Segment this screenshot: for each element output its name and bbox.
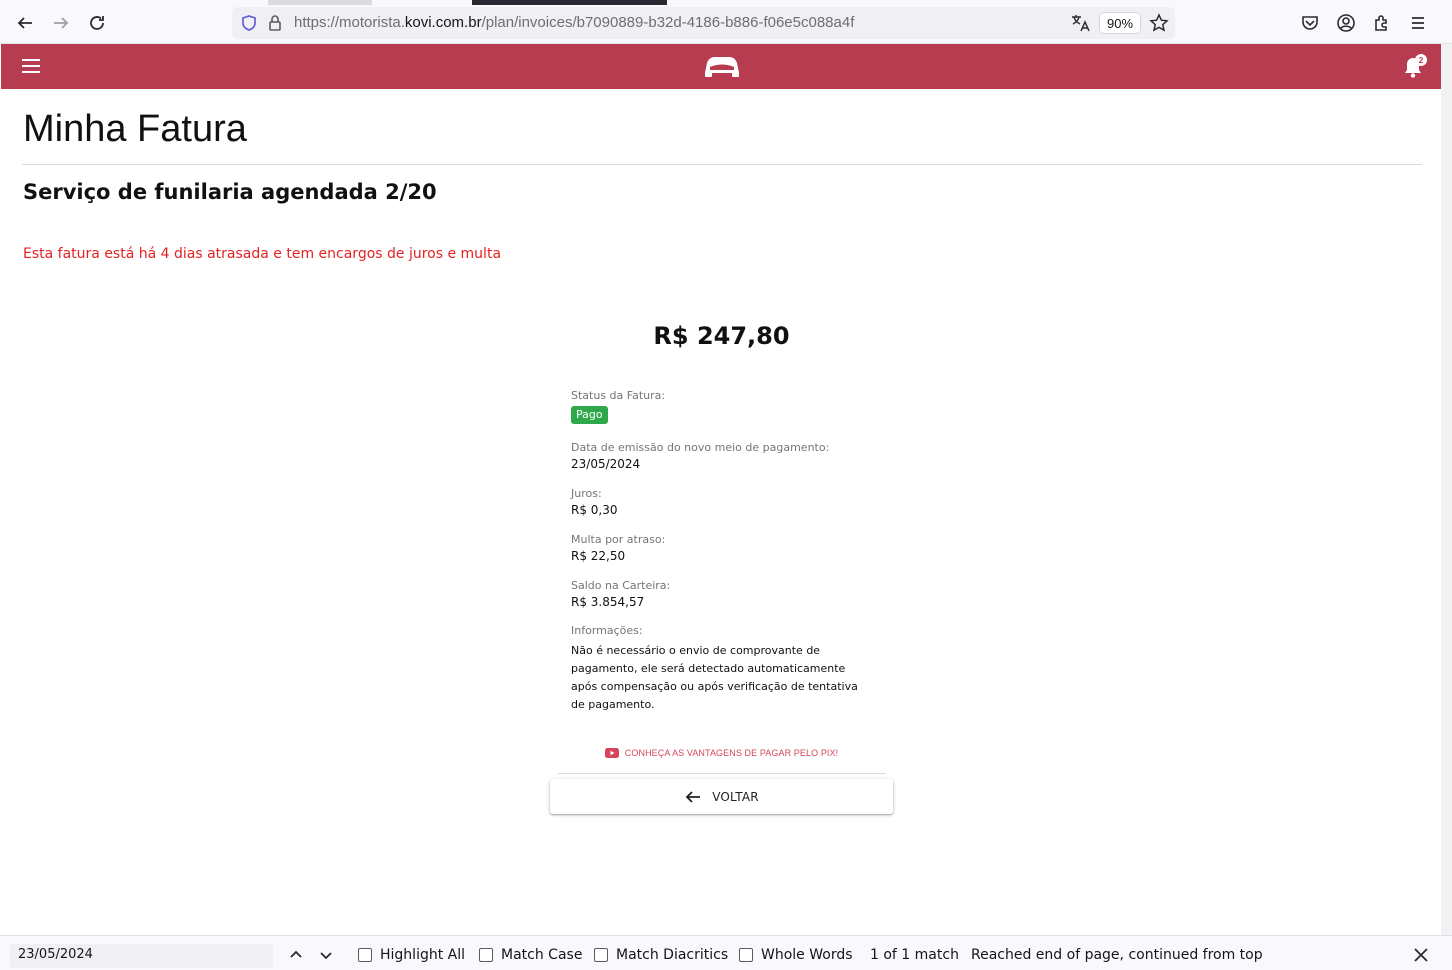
wallet-balance-label: Saldo na Carteira: bbox=[571, 579, 671, 592]
forward-arrow-icon[interactable] bbox=[46, 8, 76, 38]
kovi-car-logo-icon[interactable] bbox=[701, 51, 743, 81]
whole-words-label: Whole Words bbox=[761, 947, 853, 963]
information-label: Informações: bbox=[571, 624, 643, 637]
wallet-balance-value: R$ 3.854,57 bbox=[571, 595, 645, 609]
match-diacritics-label: Match Diacritics bbox=[616, 947, 729, 963]
bookmark-star-icon[interactable] bbox=[1149, 13, 1169, 33]
information-text: Não é necessário o envio de comprovante … bbox=[571, 644, 858, 711]
emission-date-label: Data de emissão do novo meio de pagament… bbox=[571, 441, 830, 454]
browser-toolbar: https://motorista.kovi.com.br/plan/invoi… bbox=[0, 0, 1452, 44]
close-find-bar-icon[interactable] bbox=[1412, 946, 1430, 964]
match-case-box[interactable] bbox=[479, 948, 493, 962]
match-case-label: Match Case bbox=[501, 947, 583, 963]
page-title: Minha Fatura bbox=[23, 108, 247, 150]
status-row: Status da Fatura: Pago bbox=[571, 389, 665, 424]
url-host: kovi.com.br bbox=[404, 14, 482, 31]
find-status-message: Reached end of page, continued from top bbox=[971, 947, 1263, 963]
extensions-icon[interactable] bbox=[1371, 12, 1393, 34]
late-fee-row: Multa por atraso: R$ 22,50 bbox=[571, 533, 665, 565]
background-tab-hint[interactable] bbox=[268, 0, 372, 5]
translate-icon[interactable] bbox=[1070, 13, 1090, 33]
find-input[interactable]: 23/05/2024 bbox=[10, 944, 273, 968]
match-case-checkbox[interactable]: Match Case bbox=[479, 947, 582, 963]
hamburger-menu-icon[interactable] bbox=[21, 57, 41, 75]
wallet-balance-row: Saldo na Carteira: R$ 3.854,57 bbox=[571, 579, 670, 611]
title-divider bbox=[22, 164, 1422, 165]
find-bar: 23/05/2024 Highlight All Match Case Matc… bbox=[0, 935, 1452, 970]
reload-icon[interactable] bbox=[82, 8, 112, 38]
late-fee-label: Multa por atraso: bbox=[571, 533, 666, 546]
highlight-all-label: Highlight All bbox=[380, 947, 466, 963]
find-previous-chevron-up-icon[interactable] bbox=[287, 946, 305, 964]
url-path: /plan/invoices/b7090889-b32d-4186-b886-f… bbox=[481, 14, 855, 31]
youtube-icon bbox=[604, 748, 619, 758]
pix-link-label: CONHEÇA AS VANTAGENS DE PAGAR PELO PIX! bbox=[624, 748, 839, 758]
highlight-all-box[interactable] bbox=[358, 948, 372, 962]
find-next-chevron-down-icon[interactable] bbox=[317, 946, 335, 964]
actions-divider bbox=[558, 773, 886, 774]
notifications-button[interactable]: 2 bbox=[1402, 54, 1427, 79]
emission-date-value: 23/05/2024 bbox=[571, 457, 641, 471]
interest-row: Juros: R$ 0,30 bbox=[571, 487, 618, 519]
invoice-subtitle: Serviço de funilaria agendada 2/20 bbox=[23, 180, 437, 204]
emission-date-row: Data de emissão do novo meio de pagament… bbox=[571, 441, 829, 473]
active-tab-hint[interactable] bbox=[472, 0, 667, 5]
pocket-icon[interactable] bbox=[1299, 12, 1321, 34]
status-label: Status da Fatura: bbox=[571, 389, 666, 402]
match-diacritics-checkbox[interactable]: Match Diacritics bbox=[594, 947, 728, 963]
find-match-count: 1 of 1 match bbox=[870, 947, 959, 963]
notification-count-badge: 2 bbox=[1415, 54, 1427, 66]
information-row: Informações: Não é necessário o envio de… bbox=[571, 624, 871, 714]
tracking-protection-shield-icon[interactable] bbox=[240, 14, 258, 32]
late-fee-value: R$ 22,50 bbox=[571, 549, 626, 563]
url-prefix: https://motorista. bbox=[294, 14, 405, 31]
status-badge: Pago bbox=[571, 406, 608, 424]
lock-icon[interactable] bbox=[266, 14, 284, 32]
highlight-all-checkbox[interactable]: Highlight All bbox=[358, 947, 465, 963]
zoom-level[interactable]: 90% bbox=[1099, 12, 1141, 34]
arrow-left-icon bbox=[685, 790, 701, 803]
back-button-label: VOLTAR bbox=[712, 789, 759, 804]
whole-words-box[interactable] bbox=[739, 948, 753, 962]
back-button[interactable]: VOLTAR bbox=[550, 779, 893, 814]
app-header: 2 bbox=[1, 44, 1441, 89]
late-warning: Esta fatura está há 4 dias atrasada e te… bbox=[23, 246, 502, 262]
account-icon[interactable] bbox=[1335, 12, 1357, 34]
invoice-amount: R$ 247,80 bbox=[653, 322, 790, 350]
whole-words-checkbox[interactable]: Whole Words bbox=[739, 947, 853, 963]
back-arrow-icon[interactable] bbox=[10, 8, 40, 38]
interest-label: Juros: bbox=[571, 487, 602, 500]
app-menu-icon[interactable] bbox=[1407, 12, 1429, 34]
url-text[interactable]: https://motorista.kovi.com.br/plan/invoi… bbox=[294, 14, 854, 31]
pix-advantages-link[interactable]: CONHEÇA AS VANTAGENS DE PAGAR PELO PIX! bbox=[550, 748, 893, 758]
interest-value: R$ 0,30 bbox=[571, 503, 618, 517]
url-bar[interactable]: https://motorista.kovi.com.br/plan/invoi… bbox=[232, 7, 1175, 39]
page-scroll-gutter bbox=[1441, 44, 1452, 935]
match-diacritics-box[interactable] bbox=[594, 948, 608, 962]
